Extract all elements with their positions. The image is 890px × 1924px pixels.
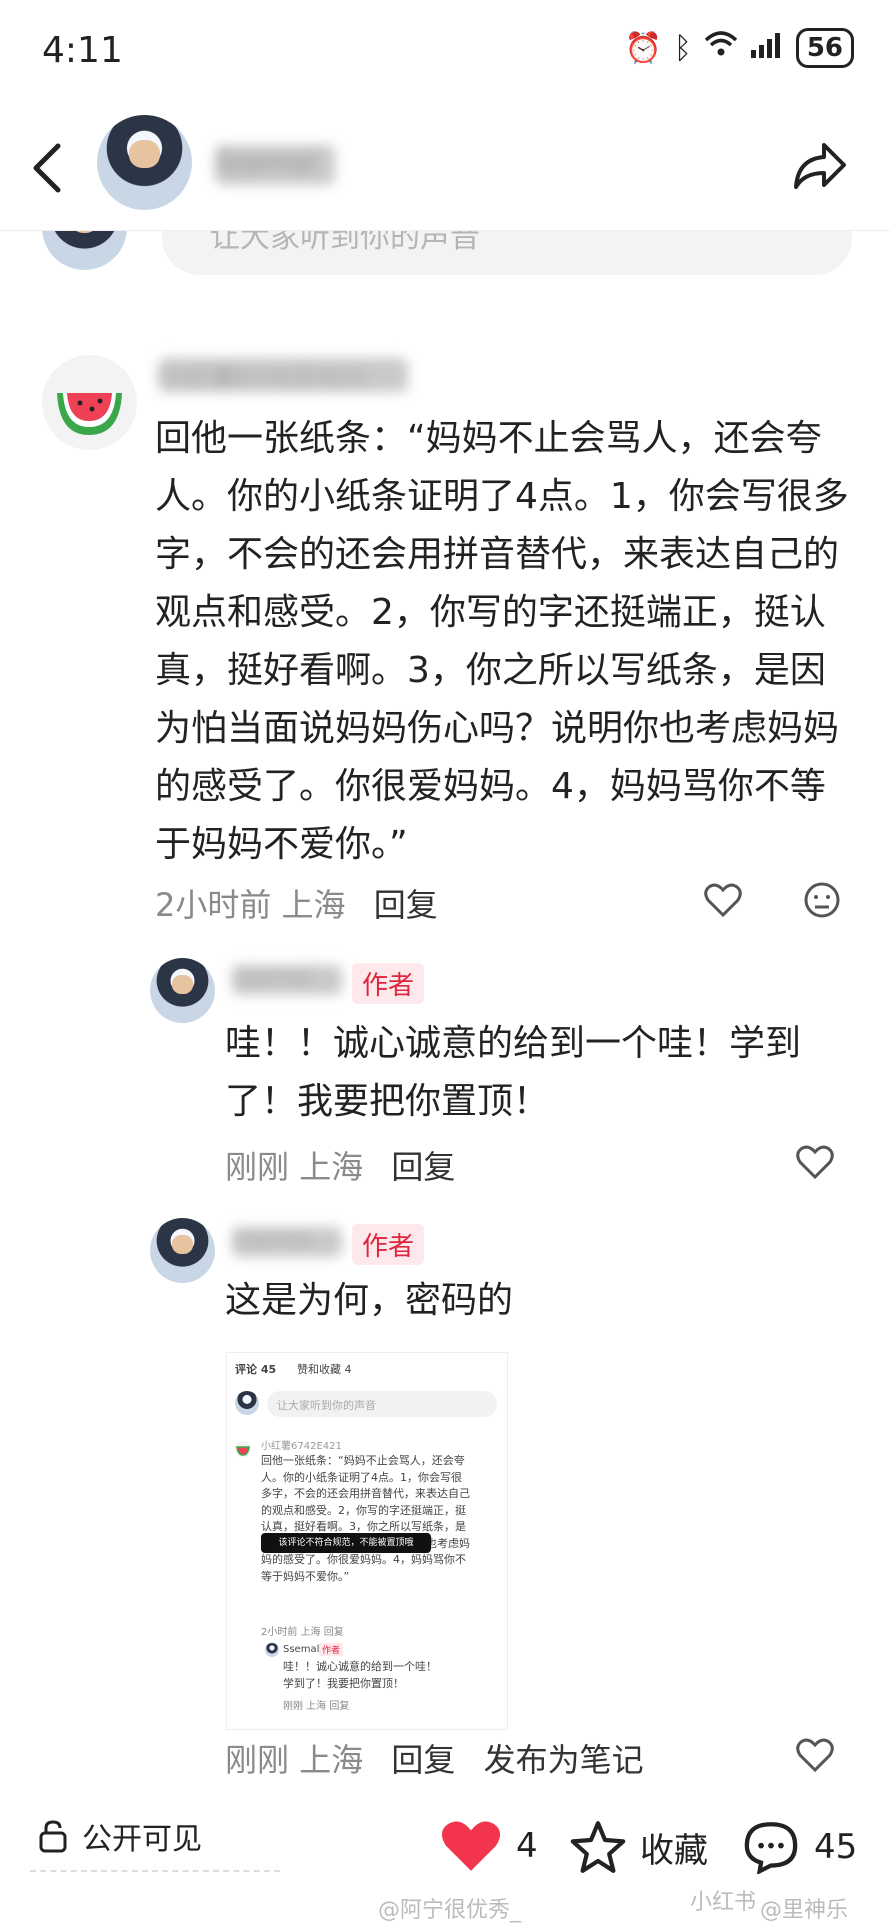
battery-indicator: 56 [795,28,854,68]
reply-button[interactable]: 回复 [391,1148,455,1186]
comment-text: 回他一张纸条：“妈妈不止会骂人，还会夸人。你的小纸条证明了4点。1，你会写很多字… [155,418,849,865]
scroll-track [30,1870,280,1892]
like-count-button[interactable]: 4 [440,1818,538,1874]
shot-watermelon-icon [235,1441,251,1457]
signal-icon [750,31,784,66]
heart-icon [796,1738,834,1773]
heart-icon [796,1145,834,1180]
author-badge: 作者 [352,1224,425,1265]
shot-reply-text: 哇！！诚心诚意的给到一个哇！学到了！我要把你置顶！ [283,1660,437,1690]
reply-meta: 刚刚 上海 回复 发布为笔记 [225,1735,644,1781]
back-button[interactable] [28,138,68,198]
reply-time: 刚刚 [225,1148,290,1186]
reply-text: 哇！！诚心诚意的给到一个哇！学到了！我要把你置顶！ [225,1023,802,1122]
reply-avatar[interactable] [150,958,215,1023]
visibility-toggle[interactable]: 公开可见 [38,1814,202,1858]
status-icons: ⏰ ᛒ 56 [624,28,854,68]
like-button[interactable] [703,880,743,924]
author-avatar[interactable] [97,115,192,210]
watermark-left: @阿宁很优秀_ [378,1898,522,1923]
reply-button[interactable]: 回复 [391,1741,455,1779]
reply-username[interactable]: Ssemal [232,965,342,995]
lock-icon [39,1820,67,1853]
heart-filled-icon [441,1821,501,1871]
shot-username: 小红薯6742E421 [261,1441,342,1452]
like-count: 4 [516,1826,538,1866]
comment-location: 上海 [281,886,346,924]
visibility-label: 公开可见 [82,1822,202,1857]
bluetooth-icon: ᛒ [673,30,692,66]
comment-meta: 2小时前 上海 回复 [155,880,438,926]
note-header: Ssemal [0,110,890,231]
shot-tab-comments: 评论 45 [235,1363,277,1376]
reply-text: 这是为何，密码的 [225,1280,514,1321]
shot-avatar [235,1391,259,1415]
emoji-button[interactable] [802,880,842,924]
author-badge: 作者 [352,963,425,1004]
shot-author-badge: 作者 [319,1643,344,1656]
reply-avatar[interactable] [150,1218,215,1283]
sad-face-icon [804,882,840,918]
comment-username[interactable]: 小红薯6742E421 [158,358,408,394]
wifi-icon [704,30,738,66]
like-button[interactable] [795,1142,835,1186]
comment-count-button[interactable]: 45 [742,1820,857,1874]
shot-placeholder: 让大家听到你的声音 [277,1399,376,1412]
heart-icon [704,883,742,918]
reply-location: 上海 [299,1741,364,1779]
reply-meta: 刚刚 上海 回复 [225,1142,455,1188]
reply-location: 上海 [299,1148,364,1186]
share-icon [794,143,846,189]
watermark-right: @里神乐 [760,1898,849,1923]
comment-count: 45 [814,1827,858,1867]
comment-bubble-icon [744,1822,798,1874]
shot-tab-likes: 赞和收藏 4 [297,1363,352,1376]
alarm-icon: ⏰ [624,30,662,66]
shot-meta: 2小时前 上海 回复 [261,1627,344,1638]
star-icon [570,1821,626,1873]
bottom-bar: 公开可见 4 收藏 45 @阿宁很优秀_ 小红书 @里神乐 [0,1800,890,1923]
shot-toast: 该评论不符合规范，不能被置顶哦 [261,1533,431,1553]
watermark-brand: 小红书 [690,1890,757,1915]
reply-button[interactable]: 回复 [374,886,438,924]
status-time: 4:11 [42,30,123,71]
author-name[interactable]: Ssemal [215,145,335,185]
shot-reply-username: Ssemal [283,1644,320,1655]
like-button[interactable] [795,1735,835,1779]
shot-comment-text: 回他一张纸条：“妈妈不止会骂人，还会夸人。你的小纸条证明了4点。1，你会写很多字… [261,1454,470,1583]
chevron-left-icon [33,143,61,193]
collect-button[interactable]: 收藏 [570,1820,708,1874]
shot-reply-meta: 刚刚 上海 回复 [283,1701,350,1712]
reply-time: 刚刚 [225,1741,290,1779]
share-button[interactable] [790,135,850,195]
collect-label: 收藏 [640,1830,708,1871]
publish-note-button[interactable]: 发布为笔记 [484,1741,644,1779]
watermelon-icon [57,393,122,435]
reply-username[interactable]: Ssemal [232,1227,342,1257]
comment-time: 2小时前 [155,886,272,924]
watermelon-avatar[interactable] [42,355,137,450]
reply-image[interactable]: 评论 45 赞和收藏 4 让大家听到你的声音 小红薯6742E421 回他一张纸… [226,1352,508,1730]
shot-reply-avatar [265,1643,279,1657]
